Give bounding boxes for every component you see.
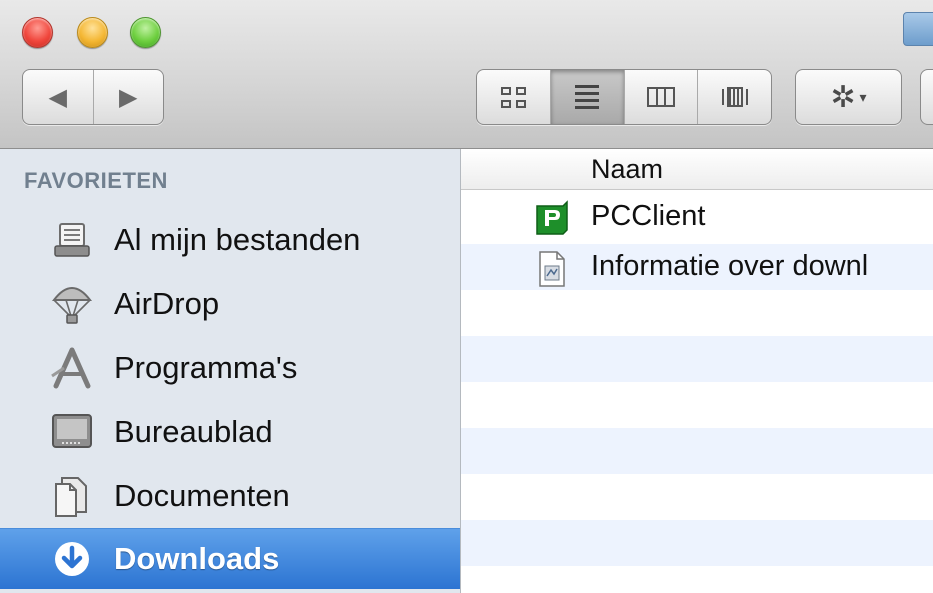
documents-icon	[46, 470, 98, 522]
empty-row	[461, 382, 933, 428]
empty-row	[461, 336, 933, 382]
sidebar-item-label: Bureaublad	[114, 414, 273, 449]
list-view-button[interactable]	[550, 70, 625, 124]
sidebar-item-airdrop[interactable]: AirDrop	[0, 274, 460, 334]
empty-row	[461, 428, 933, 474]
file-name: PCClient	[591, 200, 706, 232]
sidebar-item-label: Downloads	[114, 541, 280, 576]
minimize-window-button[interactable]	[77, 17, 108, 48]
back-arrow-icon: ◀	[48, 83, 67, 111]
toolbar-button-partial[interactable]	[920, 69, 933, 125]
sidebar-item-label: Programma's	[114, 350, 298, 385]
back-button[interactable]: ◀	[23, 70, 94, 124]
window-folder-icon	[903, 12, 933, 46]
sidebar-item-applications[interactable]: Programma's	[0, 338, 460, 398]
columns-icon	[646, 87, 675, 107]
table-row[interactable]: PCClient	[461, 194, 933, 240]
forward-button[interactable]: ▶	[94, 70, 164, 124]
sidebar-item-label: Al mijn bestanden	[114, 222, 361, 257]
empty-row	[461, 290, 933, 336]
applications-icon	[46, 342, 98, 394]
forward-arrow-icon: ▶	[119, 83, 138, 111]
gear-icon: ✲	[830, 80, 856, 114]
grid-icon	[500, 86, 526, 108]
coverflow-icon	[721, 87, 748, 107]
list-icon	[575, 85, 600, 109]
sidebar-item-downloads[interactable]: Downloads	[0, 528, 460, 589]
column-view-button[interactable]	[625, 70, 699, 124]
airdrop-icon	[46, 278, 98, 330]
sidebar-item-desktop[interactable]: Bureaublad	[0, 402, 460, 462]
desktop-icon	[46, 406, 98, 458]
downloads-icon	[46, 533, 98, 585]
sidebar-item-all-files[interactable]: Al mijn bestanden	[0, 210, 460, 270]
sidebar-item-label: AirDrop	[114, 286, 220, 321]
dropdown-caret-icon: ▾	[859, 88, 867, 105]
all-files-icon	[46, 214, 98, 266]
file-list: Naam PCClient Informatie over downl	[461, 149, 933, 593]
sidebar-item-documents[interactable]: Documenten	[0, 466, 460, 526]
view-mode-control	[476, 69, 772, 125]
close-window-button[interactable]	[22, 17, 53, 48]
sidebar-section-title: FAVORIETEN	[24, 168, 168, 193]
window-toolbar: ◀ ▶ ✲ ▾	[0, 0, 933, 149]
column-header-name[interactable]: Naam	[591, 154, 663, 185]
table-row[interactable]: Informatie over downl	[461, 244, 933, 290]
pcclient-app-icon	[533, 200, 569, 236]
icon-view-button[interactable]	[477, 70, 551, 124]
sidebar: FAVORIETEN Al mijn bestanden AirDrop Pro…	[0, 149, 461, 593]
action-menu-button[interactable]: ✲ ▾	[795, 69, 902, 125]
empty-row	[461, 520, 933, 566]
sidebar-item-label: Documenten	[114, 478, 290, 513]
zoom-window-button[interactable]	[130, 17, 161, 48]
file-name: Informatie over downl	[591, 250, 869, 282]
back-forward-control: ◀ ▶	[22, 69, 164, 125]
document-file-icon	[533, 250, 569, 287]
column-header-bar: Naam	[461, 149, 933, 190]
empty-row	[461, 474, 933, 520]
coverflow-view-button[interactable]	[698, 70, 771, 124]
